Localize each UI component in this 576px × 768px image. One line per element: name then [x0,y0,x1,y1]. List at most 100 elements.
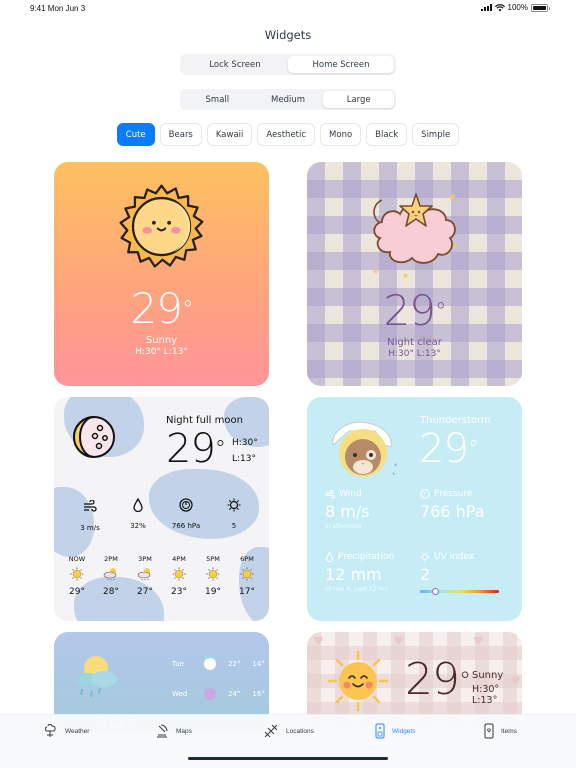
temperature: 29° [405,654,471,705]
battery-icon [531,3,550,12]
full-moon-icon [73,416,115,458]
hooded-hamster-icon [332,421,397,477]
svg-text:★: ★ [402,271,409,278]
chip-black[interactable]: Black [366,123,408,146]
widget-thunderstorm[interactable]: Thunderstorm 29° Wind 8 m/s in afternoon… [307,397,522,621]
high-label: H:30° [232,438,258,448]
temperature: 29° [130,284,194,333]
heart-icon: ♥ [473,634,484,648]
hourly-temp: 29° [69,587,85,597]
uv-sun-icon [420,552,430,562]
items-icon [484,723,494,739]
tab-locations[interactable]: Locations [263,723,314,739]
hourly-time: 4PM [172,555,186,563]
metric-uv-index: UV index 2 [420,552,500,595]
stat-pressure: 766 hPa [162,497,210,532]
hourly-temp: 19° [205,587,221,597]
temperature: 29° [383,286,447,335]
wind-icon [84,499,97,512]
widgets-icon [375,723,385,739]
stat-uv: 5 [210,497,258,532]
uv-index-scale [420,588,499,595]
hourly-item: NOW 29° [62,555,92,597]
uv-sun-icon [227,498,241,512]
hourly-time: 5PM [206,555,220,563]
battery-percent: 100% [507,3,528,12]
svg-text:★: ★ [372,267,379,276]
chip-simple[interactable]: Simple [412,123,460,146]
chip-aesthetic[interactable]: Aesthetic [257,123,316,146]
high-low-label: H:30° L:13° [135,347,188,357]
tab-maps[interactable]: Maps [155,723,192,739]
hourly-item: 3PM 27° [130,555,160,597]
wifi-icon [494,3,505,11]
condition-label: Sunny [145,335,178,346]
hourly-temp: 17° [239,587,255,597]
chip-bears[interactable]: Bears [159,123,202,146]
stat-wind: 3 m/s [66,497,114,532]
segment-medium[interactable]: Medium [253,91,324,108]
page-title: Widgets [264,28,312,42]
sun-icon [172,567,186,581]
uv-index-marker [432,588,440,595]
hourly-item: 5PM 19° [198,555,228,597]
heart-icon: ♥ [393,634,404,648]
hourly-item: 4PM 23° [164,555,194,597]
sun-cloud-rain-icon [76,656,117,697]
hourly-item: 6PM 17° [232,555,262,597]
condition-label: Night clear [387,337,442,348]
sun-icon [70,567,84,581]
hourly-item: 2PM 28° [96,555,126,597]
pressure-gauge-icon [420,489,430,499]
star-on-cloud-icon: ★ ★ ★ ★ [372,192,458,278]
svg-text:★: ★ [448,192,457,203]
status-bar: 9:41 Mon Jun 3 100% [0,0,576,18]
segment-home-screen[interactable]: Home Screen [288,56,394,73]
svg-text:★: ★ [452,242,458,250]
stat-humidity: 32% [114,497,162,532]
widget-sunny[interactable]: 29° Sunny H:30° L:13° [54,162,269,386]
kawaii-cloud-icon [204,688,216,700]
wind-icon [325,489,335,499]
hourly-time: 3PM [138,555,152,563]
segment-large[interactable]: Large [323,91,395,108]
metric-wind: Wind 8 m/s in afternoon [325,489,370,530]
segment-lock-screen[interactable]: Lock Screen [182,56,288,73]
hourly-time: NOW [68,555,86,563]
segment-small[interactable]: Small [182,91,253,108]
cellular-signal-icon [480,4,492,11]
widget-night-clear[interactable]: ★ ★ ★ ★ 29° Night clear H:30° L:13° [307,162,522,386]
low-label: L:13° [232,454,256,464]
weather-icon [45,724,56,737]
metric-pressure: Pressure 766 hPa [420,489,485,521]
kawaii-sun-icon [119,184,204,268]
chip-kawaii[interactable]: Kawaii [206,123,253,146]
forecast-row-wed: Wed 24° 16° [172,688,265,700]
tab-items[interactable]: Items [484,723,517,739]
tab-widgets[interactable]: Widgets [375,723,415,739]
hourly-temp: 28° [103,587,119,597]
pressure-gauge-icon [179,498,193,512]
sun-cloud-rain-icon [103,568,117,580]
hourly-time: 2PM [104,555,118,563]
widget-night-full-moon[interactable]: Night full moon 29° H:30° L:13° 3 m/s 32… [54,397,269,621]
high-low-label: H:30° L:13° [472,684,500,706]
chip-cute[interactable]: Cute [116,123,155,146]
hourly-temp: 27° [137,587,153,597]
widget-size-segmented-control: Small Medium Large [180,89,396,110]
hourly-time: 6PM [240,555,254,563]
maps-icon [157,724,168,738]
heart-icon: ♥ [313,634,324,648]
chip-mono[interactable]: Mono [320,123,362,146]
home-indicator [188,757,388,760]
smiling-sun-icon [327,650,389,712]
tab-weather[interactable]: Weather [44,723,89,739]
status-time: 9:41 Mon Jun 3 [30,4,86,13]
condition-label: Night full moon [166,415,243,426]
style-chip-row: Cute Bears Kawaii Aesthetic Mono Black S… [0,123,576,146]
humidity-drop-icon [133,497,143,513]
sun-icon [206,567,220,581]
condition-label: Sunny [472,670,504,681]
sun-cloud-rain-icon [137,568,151,580]
screen-type-segmented-control: Lock Screen Home Screen [180,54,396,75]
